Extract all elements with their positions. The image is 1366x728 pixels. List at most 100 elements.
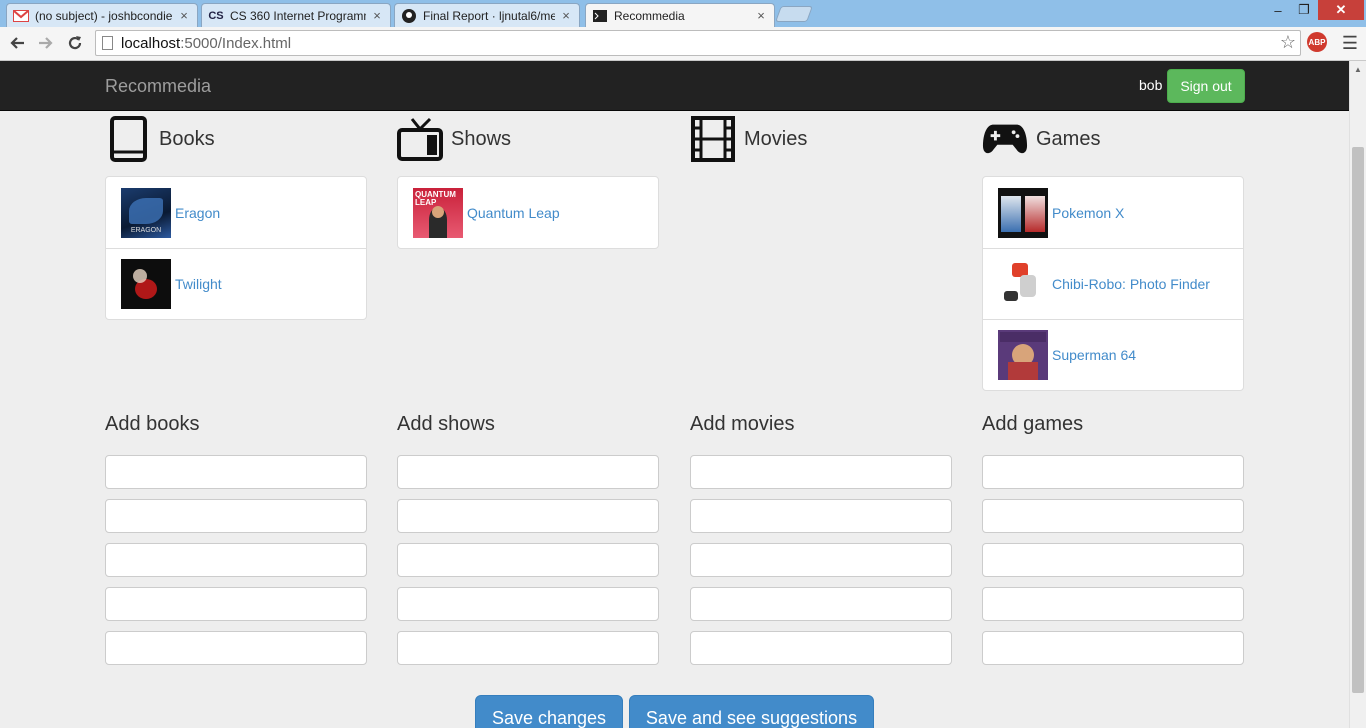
cs-icon: CS <box>208 9 224 22</box>
add-movie-input[interactable] <box>690 455 952 489</box>
add-books-title: Add books <box>105 413 200 435</box>
game-link[interactable]: Chibi-Robo: Photo Finder <box>1052 276 1210 292</box>
chibi-robo-cover-image <box>998 259 1048 309</box>
twilight-cover-image <box>121 259 171 309</box>
gmail-icon <box>13 8 29 24</box>
address-bar[interactable]: localhost:5000/Index.html ☆ <box>95 30 1301 56</box>
github-icon <box>401 8 417 24</box>
add-games-inputs <box>982 455 1244 675</box>
browser-tabstrip: (no subject) - joshbcondie × CS CS 360 I… <box>0 0 1366 27</box>
shows-title: Shows <box>451 127 512 150</box>
list-item[interactable]: ERAGON Eragon <box>106 177 366 248</box>
add-show-input[interactable] <box>397 631 659 665</box>
list-item[interactable]: Chibi-Robo: Photo Finder <box>983 248 1243 319</box>
add-game-input[interactable] <box>982 543 1244 577</box>
add-movie-input[interactable] <box>690 499 952 533</box>
tab-title: Recommedia <box>614 8 685 23</box>
browser-toolbar: localhost:5000/Index.html ☆ ABP ☰ <box>0 27 1366 61</box>
list-item[interactable]: Pokemon X <box>983 177 1243 248</box>
show-link[interactable]: Quantum Leap <box>467 205 560 221</box>
reload-icon[interactable] <box>64 32 86 54</box>
scroll-up-icon[interactable]: ▲ <box>1350 61 1366 77</box>
movies-title: Movies <box>744 127 808 150</box>
browser-tab-gmail[interactable]: (no subject) - joshbcondie × <box>6 3 198 27</box>
add-game-input[interactable] <box>982 587 1244 621</box>
eragon-cover-image: ERAGON <box>121 187 171 238</box>
games-header: Games <box>982 111 1244 167</box>
add-book-input[interactable] <box>105 543 367 577</box>
add-book-input[interactable] <box>105 499 367 533</box>
add-game-input[interactable] <box>982 455 1244 489</box>
add-book-input[interactable] <box>105 455 367 489</box>
movies-column: Movies <box>690 111 952 167</box>
games-list: Pokemon X Chibi-Robo: Photo Finder Super… <box>982 176 1244 391</box>
pokemon-x-cover-image <box>998 187 1048 238</box>
minimize-icon[interactable]: – <box>1266 0 1290 20</box>
book-icon <box>105 116 151 162</box>
add-shows-title: Add shows <box>397 413 495 435</box>
tv-icon <box>397 116 443 162</box>
shows-list: QUANTUM LEAP Quantum Leap <box>397 176 659 249</box>
browser-menu-icon[interactable]: ☰ <box>1340 33 1360 53</box>
game-link[interactable]: Pokemon X <box>1052 205 1124 221</box>
tab-close-icon[interactable]: × <box>559 8 573 23</box>
browser-tab-github[interactable]: Final Report · ljnutal6/media × <box>394 3 580 27</box>
app-navbar: Recommedia bob Sign out <box>0 61 1349 111</box>
quantum-leap-poster-image: QUANTUM LEAP <box>413 187 463 238</box>
adblock-icon[interactable]: ABP <box>1307 32 1327 52</box>
url-host: localhost <box>121 34 181 52</box>
new-tab-button[interactable] <box>775 6 813 22</box>
books-list: ERAGON Eragon Twilight <box>105 176 367 320</box>
tab-title: Final Report · ljnutal6/media <box>423 8 555 23</box>
browser-tab-recommedia[interactable]: Recommedia × <box>585 3 775 27</box>
tab-title: CS 360 Internet Programming <box>230 8 366 23</box>
game-link[interactable]: Superman 64 <box>1052 347 1136 363</box>
browser-tab-cs360[interactable]: CS CS 360 Internet Programming × <box>201 3 391 27</box>
movies-header: Movies <box>690 111 952 167</box>
book-link[interactable]: Eragon <box>175 205 220 221</box>
shows-column: Shows QUANTUM LEAP Quantum Leap <box>397 111 659 249</box>
close-window-icon[interactable]: ✕ <box>1318 0 1364 20</box>
games-title: Games <box>1036 127 1101 150</box>
film-icon <box>690 116 736 162</box>
tab-close-icon[interactable]: × <box>754 8 768 23</box>
bookmark-star-icon[interactable]: ☆ <box>1280 32 1296 53</box>
add-show-input[interactable] <box>397 587 659 621</box>
add-game-input[interactable] <box>982 499 1244 533</box>
add-books-inputs <box>105 455 367 675</box>
books-column: Books ERAGON Eragon Twilight <box>105 111 367 320</box>
add-book-input[interactable] <box>105 631 367 665</box>
add-games-title: Add games <box>982 413 1084 435</box>
add-show-input[interactable] <box>397 543 659 577</box>
add-show-input[interactable] <box>397 499 659 533</box>
list-item[interactable]: QUANTUM LEAP Quantum Leap <box>398 177 658 248</box>
sign-out-button[interactable]: Sign out <box>1167 69 1245 103</box>
url-path: :5000/Index.html <box>180 34 292 52</box>
add-movie-input[interactable] <box>690 587 952 621</box>
add-movie-input[interactable] <box>690 543 952 577</box>
list-item[interactable]: Twilight <box>106 248 366 319</box>
add-shows-inputs <box>397 455 659 675</box>
books-header: Books <box>105 111 367 167</box>
scroll-thumb[interactable] <box>1352 147 1364 693</box>
tab-close-icon[interactable]: × <box>370 8 384 23</box>
book-link[interactable]: Twilight <box>175 276 222 292</box>
forward-icon[interactable] <box>35 32 57 54</box>
games-column: Games Pokemon X Chibi-Robo: Photo Finder <box>982 111 1244 391</box>
add-movies-title: Add movies <box>690 413 795 435</box>
username: bob <box>1139 77 1163 93</box>
add-movies-inputs <box>690 455 952 675</box>
add-book-input[interactable] <box>105 587 367 621</box>
brand-logo[interactable]: Recommedia <box>105 76 211 97</box>
add-show-input[interactable] <box>397 455 659 489</box>
books-title: Books <box>159 127 215 150</box>
back-icon[interactable] <box>6 32 28 54</box>
page-scrollbar[interactable]: ▲ <box>1349 61 1366 728</box>
restore-icon[interactable]: ❐ <box>1292 0 1316 20</box>
add-game-input[interactable] <box>982 631 1244 665</box>
tab-close-icon[interactable]: × <box>177 8 191 23</box>
save-changes-button[interactable]: Save changes <box>475 695 623 728</box>
list-item[interactable]: Superman 64 <box>983 319 1243 390</box>
save-and-see-suggestions-button[interactable]: Save and see suggestions <box>629 695 874 728</box>
add-movie-input[interactable] <box>690 631 952 665</box>
